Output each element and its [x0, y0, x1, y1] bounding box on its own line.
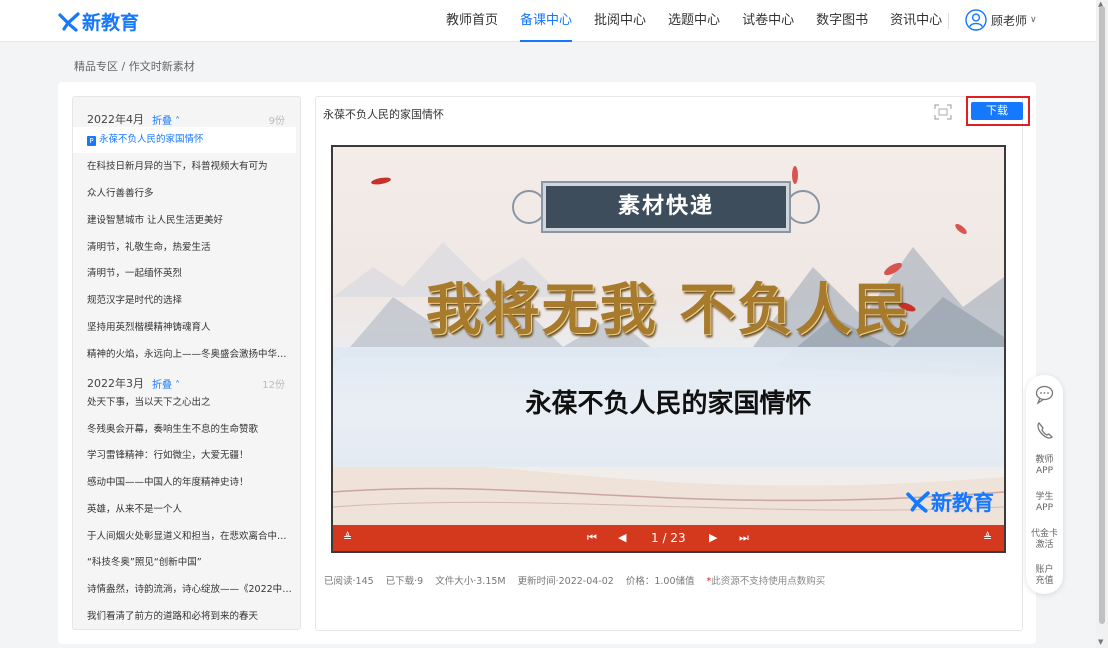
list-item[interactable]: 清明节，礼敬生命，热爱生活 [73, 235, 296, 261]
next-page-button[interactable]: ▶ [709, 525, 717, 551]
nav-exam[interactable]: 试卷中心 [742, 0, 794, 42]
first-page-button[interactable]: ⏮ [587, 525, 597, 551]
slide-banner: 素材快递 [543, 183, 789, 231]
price: 价格：1.00储值 [625, 576, 695, 587]
list-item[interactable]: “科技冬奥”照见“创新中国” [73, 550, 296, 576]
last-page-button[interactable]: ⏭ [739, 525, 749, 551]
scroll-thumb[interactable] [1099, 6, 1105, 624]
list-item[interactable]: 规范汉字是时代的选择 [73, 288, 296, 314]
voucher-activate-link[interactable]: 代金卡 激活 [1026, 529, 1063, 551]
slide-logo: 新教育 [905, 487, 994, 517]
teacher-app-link[interactable]: 教师 APP [1026, 455, 1063, 477]
slide-logo-text: 新教育 [931, 491, 994, 515]
list-item[interactable]: 处天下事，当以天下之心出之 [73, 390, 296, 416]
doc-icon: P [87, 136, 96, 146]
breadcrumb: 精品专区 / 作文时新素材 [74, 60, 195, 73]
slide-title: 永葆不负人民的家国情怀 [525, 389, 812, 419]
document-viewer[interactable]: 素材快递 我将无我 不负人民 永葆不负人民的家国情怀 新教育 ≜ ⏮ ◀ 1 /… [331, 145, 1006, 553]
student-app-link[interactable]: 学生 APP [1026, 492, 1063, 514]
user-avatar-icon [965, 9, 987, 31]
logo-text: 新教育 [82, 12, 140, 34]
chat-icon[interactable] [1026, 383, 1063, 405]
nav-teacher-home[interactable]: 教师首页 [446, 0, 498, 42]
logo-mark-icon [906, 491, 930, 513]
slide-slogan: 我将无我 不负人民 [425, 278, 912, 343]
logo-mark-icon [58, 11, 80, 32]
list-item[interactable]: 学习雷锋精神：行如微尘，大爱无疆！ [73, 443, 296, 469]
list-item[interactable]: 我们看清了前方的道路和必将到来的春天 [73, 604, 296, 629]
purchase-note: *此资源不支持使用点数购买 [706, 576, 826, 587]
list-item[interactable]: 众人行善善行多 [73, 181, 296, 207]
material-list: 2022年4月 折叠 ˄ 9份 P 永葆不负人民的家国情怀 在科技日新月异的当下，… [72, 96, 301, 630]
group-header-2022-03: 2022年3月 折叠 ˄ 12份 [87, 375, 287, 391]
user-name: 顾老师 [991, 13, 1028, 28]
main-nav: 教师首页 备课中心 批阅中心 选题中心 试卷中心 数字图书 资讯中心 [446, 0, 964, 42]
download-count: 已下载·9 [385, 576, 424, 587]
list-item[interactable]: 英雄，从来不是一个人 [73, 497, 296, 523]
list-item[interactable]: 清明节，一起缅怀英烈 [73, 261, 296, 287]
file-size: 文件大小·3.15M [435, 576, 506, 587]
nav-news[interactable]: 资讯中心 [890, 0, 942, 42]
menu-icon-right[interactable]: ≜ [983, 525, 992, 551]
phone-icon[interactable] [1026, 420, 1063, 442]
prev-page-button[interactable]: ◀ [618, 525, 626, 551]
chevron-down-icon: ∨ [1030, 15, 1037, 25]
list-item[interactable]: 冬残奥会开幕，奏响生生不息的生命赞歌 [73, 417, 296, 443]
download-button[interactable]: 下载 [971, 102, 1023, 120]
scroll-down-icon[interactable]: ▼ [1098, 638, 1103, 646]
fullscreen-icon[interactable] [934, 104, 952, 120]
list-item[interactable]: 感动中国——中国人的年度精神史诗！ [73, 470, 296, 496]
site-logo[interactable]: 新教育 [58, 8, 139, 35]
document-title: 永葆不负人民的家国情怀 [323, 108, 444, 121]
viewer-toolbar: ≜ ⏮ ◀ 1 / 23 ▶ ⏭ ≜ [333, 525, 1004, 551]
floating-service-bar: 教师 APP 学生 APP 代金卡 激活 账户 充值 [1026, 375, 1063, 594]
list-item[interactable]: 于人间烟火处彰显道义和担当，在悲欢离合中抒写... [73, 524, 296, 550]
page-indicator: 1 / 23 [651, 531, 686, 545]
user-menu[interactable]: 顾老师 ∨ [965, 9, 1037, 31]
group-header-2022-04: 2022年4月 折叠 ˄ 9份 [87, 111, 287, 127]
menu-icon[interactable]: ≜ [343, 525, 352, 551]
list-item[interactable]: P 永葆不负人民的家国情怀 [73, 127, 296, 153]
nav-digital-books[interactable]: 数字图书 [816, 0, 868, 42]
group-label: 2022年4月 [87, 113, 144, 126]
nav-grading[interactable]: 批阅中心 [594, 0, 646, 42]
list-item[interactable]: 诗情盎然，诗韵流淌，诗心绽放——《2022中国... [73, 577, 296, 603]
list-item[interactable]: 建设智慧城市 让人民生活更美好 [73, 208, 296, 234]
group-count: 12份 [262, 379, 285, 391]
page-scrollbar[interactable]: ▲ ▼ [1096, 0, 1108, 648]
list-item[interactable]: 在科技日新月异的当下，科普视频大有可为 [73, 154, 296, 180]
fold-toggle[interactable]: 折叠 ˄ [152, 376, 180, 391]
slide-preview: 素材快递 我将无我 不负人民 永葆不负人民的家国情怀 新教育 [333, 147, 1004, 525]
account-recharge-link[interactable]: 账户 充值 [1026, 565, 1063, 587]
top-header: 新教育 教师首页 备课中心 批阅中心 选题中心 试卷中心 数字图书 资讯中心 顾… [0, 0, 1096, 42]
nav-lesson-prep[interactable]: 备课中心 [520, 0, 573, 42]
list-item[interactable]: 坚持用英烈楷模精神铸魂育人 [73, 315, 296, 341]
nav-divider [948, 13, 949, 29]
group-label: 2022年3月 [87, 377, 144, 390]
group-count: 9份 [268, 115, 285, 127]
fold-toggle[interactable]: 折叠 ˄ [152, 112, 180, 127]
resource-meta: 已阅读·145 已下载·9 文件大小·3.15M 更新时间·2022-04-02… [324, 573, 849, 587]
nav-question-select[interactable]: 选题中心 [668, 0, 720, 42]
update-time: 更新时间·2022-04-02 [517, 576, 614, 587]
list-item[interactable]: 精神的火焰，永远向上——冬奥盛会激扬中华民族... [73, 342, 296, 368]
read-count: 已阅读·145 [324, 576, 374, 587]
